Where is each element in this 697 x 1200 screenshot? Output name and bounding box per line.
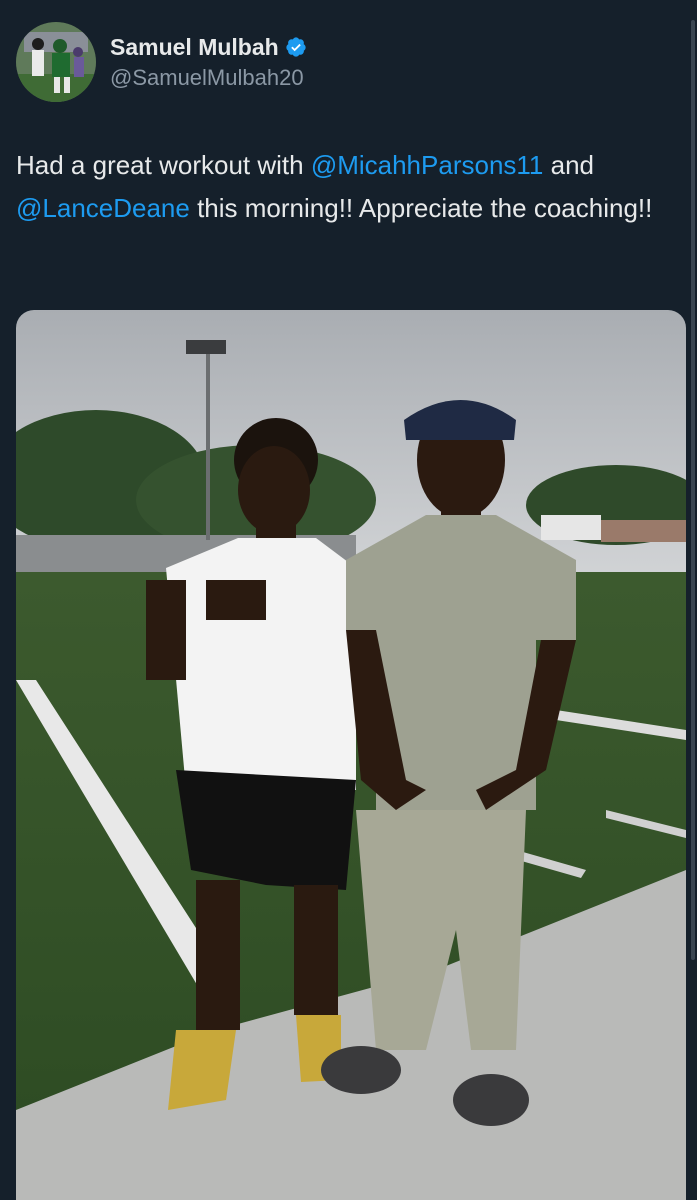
scrollbar[interactable] — [691, 20, 695, 960]
photo-icon — [16, 310, 686, 1200]
tweet-text: Had a great workout with @MicahhParsons1… — [16, 144, 686, 230]
author-avatar[interactable] — [16, 22, 96, 102]
author-display-name[interactable]: Samuel Mulbah — [110, 34, 279, 61]
author-handle[interactable]: @SamuelMulbah20 — [110, 65, 307, 91]
tweet-header: Samuel Mulbah @SamuelMulbah20 — [16, 22, 307, 102]
mention-link[interactable]: @MicahhParsons11 — [311, 150, 544, 180]
tweet-text-segment: this morning!! Appreciate the coaching!! — [189, 193, 653, 223]
tweet-text-segment: Had a great workout with — [16, 150, 311, 180]
profile-photo-icon — [16, 22, 96, 102]
tweet-text-segment: and — [543, 150, 594, 180]
mention-link[interactable]: @LanceDeane — [16, 193, 190, 223]
verified-badge-icon — [286, 37, 306, 57]
tweet-photo[interactable] — [16, 310, 686, 1200]
